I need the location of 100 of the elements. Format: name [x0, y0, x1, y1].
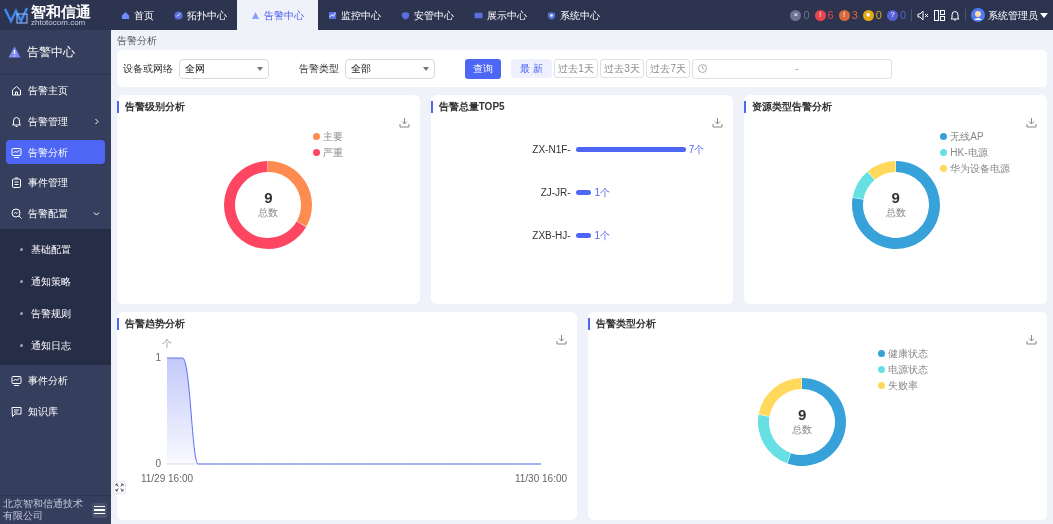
expand-icon	[115, 483, 124, 492]
alarm-count[interactable]: 0	[875, 6, 882, 24]
alarm-level-icon: !	[814, 9, 826, 21]
nav-tab[interactable]: 监控中心	[318, 0, 391, 30]
x-tick-label: 11/30 16:00	[514, 472, 568, 484]
total-value: 9	[798, 406, 807, 422]
y-tick-label: 1	[155, 351, 161, 363]
legend-item[interactable]: HK-电源	[940, 145, 1011, 160]
range-button[interactable]: 过去1天	[554, 59, 598, 78]
axis-unit: 个	[162, 337, 172, 349]
range-button[interactable]: 过去3天	[600, 59, 644, 78]
nav-tab[interactable]: 展示中心	[464, 0, 537, 30]
nav-tab[interactable]: 系统中心	[537, 0, 610, 30]
bar	[575, 233, 592, 238]
panel-title: 告警总量TOP5	[430, 101, 505, 113]
nav-tab[interactable]: 告警中心	[237, 0, 318, 30]
bell-icon[interactable]	[950, 9, 960, 21]
filter-label: 设备或网络	[123, 62, 173, 76]
bar-label: ZX-N1F-	[532, 143, 571, 157]
sidebar-item[interactable]: 事件分析	[6, 365, 105, 396]
nav-tab[interactable]: 安管中心	[391, 0, 464, 30]
panel-title: 资源类型告警分析	[744, 101, 833, 113]
legend-item[interactable]: 失败率	[877, 377, 928, 393]
total-value: 9	[891, 190, 900, 206]
warning-icon	[251, 10, 260, 20]
menu-button[interactable]	[92, 502, 107, 518]
x-tick-label: 11/29 16:00	[140, 472, 194, 484]
bell-icon	[11, 116, 22, 127]
select-field[interactable]: 全网	[179, 58, 269, 79]
caret-icon[interactable]	[1040, 12, 1048, 18]
clock-icon	[698, 64, 708, 73]
topology-icon	[174, 10, 183, 20]
sidebar-item[interactable]: 告警配置	[6, 198, 105, 229]
download-icon[interactable]	[555, 333, 567, 345]
bar-label: ZJ-JR-	[540, 186, 571, 200]
bar-value: 1个	[594, 229, 610, 243]
panel-title: 告警级别分析	[117, 101, 185, 113]
shield-icon	[401, 10, 410, 20]
warning-icon	[8, 46, 21, 58]
alarm-level-icon: ?	[886, 9, 898, 21]
sidebar-item[interactable]: 告警主页	[6, 75, 105, 106]
query-button[interactable]: 查询	[465, 58, 501, 79]
bar-label: ZXB-HJ-	[532, 229, 571, 243]
shield-icon	[547, 10, 556, 20]
range-button[interactable]: 过去7天	[646, 59, 690, 78]
total-value: 9	[264, 190, 273, 206]
panel-title: 告警类型分析	[587, 317, 656, 330]
submenu-item[interactable]: 通知日志	[0, 329, 111, 361]
download-icon[interactable]	[1026, 117, 1037, 128]
clipboard-icon	[11, 177, 22, 188]
bar-value: 1个	[594, 186, 610, 200]
alarm-level-icon: !	[838, 9, 850, 21]
alarm-level-icon: ●	[862, 9, 874, 21]
screen-icon	[474, 10, 483, 20]
sidebar-item[interactable]: 告警管理	[6, 106, 105, 137]
nav-tab[interactable]: 首页	[111, 0, 164, 30]
y-tick-label: 0	[155, 457, 161, 469]
submenu-item[interactable]: 告警规则	[0, 297, 111, 329]
search-icon	[11, 208, 22, 219]
bar-value: 7个	[688, 143, 705, 157]
filter-label: 告警类型	[299, 62, 339, 76]
chevron-right-icon	[93, 118, 100, 125]
total-label: 总数	[792, 422, 813, 437]
alarm-count[interactable]: 6	[827, 6, 834, 24]
sidebar-item[interactable]: 事件管理	[6, 167, 105, 198]
fullscreen-button[interactable]	[113, 481, 126, 494]
range-button[interactable]: 最 新	[511, 59, 552, 78]
alarm-level-icon: ×	[790, 9, 802, 21]
download-icon[interactable]	[1026, 333, 1037, 345]
chevron-down-icon	[93, 210, 100, 217]
alarm-count[interactable]: 3	[851, 6, 858, 24]
submenu-item[interactable]: 通知策略	[0, 265, 111, 297]
download-icon[interactable]	[398, 117, 410, 128]
submenu-item[interactable]: 基础配置	[0, 233, 111, 265]
legend-item[interactable]: 主要	[313, 129, 343, 144]
nav-tab[interactable]: 拓扑中心	[164, 0, 237, 30]
chart-icon	[328, 10, 337, 20]
breadcrumb[interactable]: 告警分析	[117, 35, 157, 46]
home-icon	[11, 85, 22, 96]
legend-item[interactable]: 健康状态	[877, 345, 928, 361]
monitor-icon	[11, 146, 22, 158]
caret-icon	[257, 66, 263, 71]
legend-item[interactable]: 无线AP	[940, 129, 1011, 144]
monitor-icon	[11, 375, 22, 386]
total-label: 总数	[258, 206, 279, 221]
legend-item[interactable]: 严重	[313, 145, 343, 160]
home-icon	[121, 10, 130, 20]
user-name[interactable]: 系统管理员	[987, 7, 1038, 23]
download-icon[interactable]	[712, 117, 724, 128]
select-field[interactable]: 全部	[345, 58, 435, 79]
layout-icon[interactable]	[934, 9, 945, 21]
avatar-icon[interactable]	[971, 8, 985, 22]
legend-item[interactable]: 华为设备电源	[940, 161, 1011, 176]
sidebar-item[interactable]: 知识库	[6, 396, 105, 427]
company-name: 北京智和信通技术有限公司	[3, 498, 84, 522]
panel-title: 告警趋势分析	[117, 317, 185, 330]
sidebar-item[interactable]: 告警分析	[6, 140, 105, 164]
legend-item[interactable]: 电源状态	[877, 361, 928, 377]
logo-text: 智和信通	[31, 3, 91, 19]
mute-icon[interactable]	[917, 9, 929, 21]
